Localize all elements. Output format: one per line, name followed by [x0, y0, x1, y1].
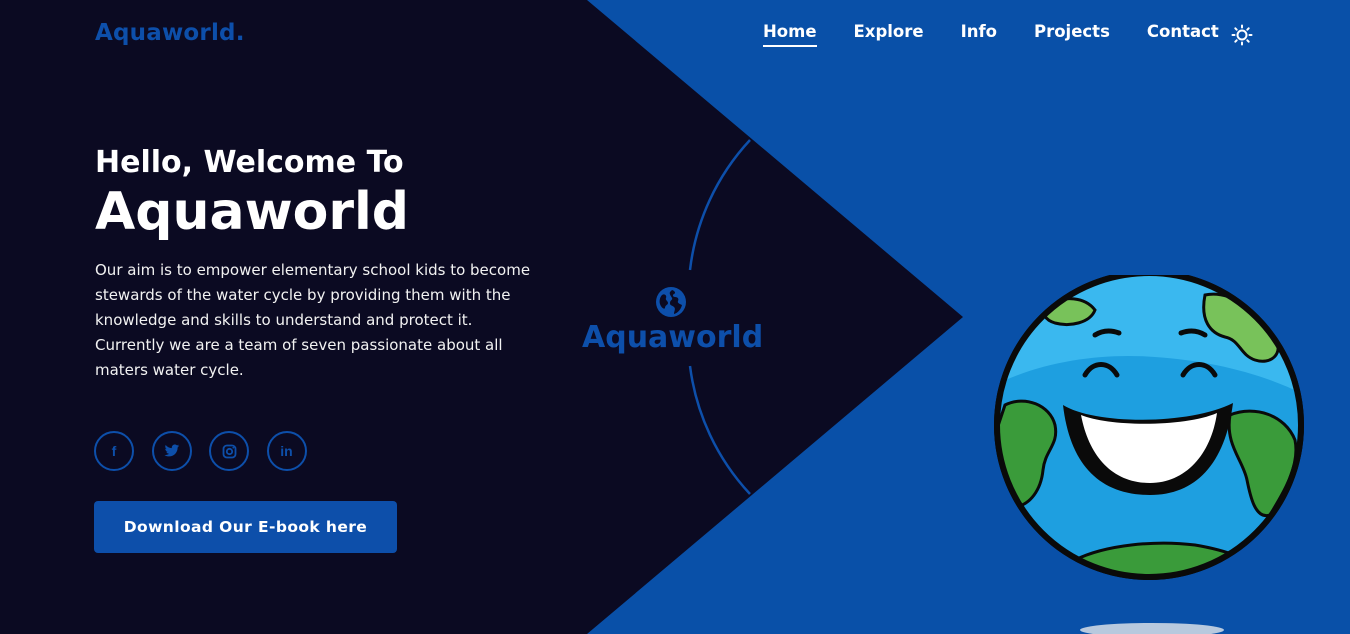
- nav-home[interactable]: Home: [763, 22, 817, 47]
- hero-subtitle: Hello, Welcome To: [95, 145, 404, 180]
- linkedin-icon[interactable]: in: [266, 431, 307, 471]
- twitter-bird-glyph: [163, 444, 179, 457]
- instagram-icon[interactable]: [209, 431, 249, 471]
- center-brand-label: Aquaworld: [582, 320, 764, 355]
- sun-icon[interactable]: [1231, 24, 1253, 46]
- social-links: f in: [94, 431, 324, 471]
- linkedin-glyph: in: [280, 443, 293, 459]
- main-nav: Home Explore Info Projects Contact: [763, 22, 1256, 52]
- hero-description-line-2: Currently we are a team of seven passion…: [95, 336, 503, 379]
- instagram-glyph: [222, 444, 236, 458]
- nav-explore[interactable]: Explore: [854, 22, 924, 47]
- facebook-icon[interactable]: f: [94, 431, 134, 471]
- nav-projects[interactable]: Projects: [1034, 22, 1110, 47]
- hero-description-line-1: Our aim is to empower elementary school …: [95, 261, 531, 329]
- center-brand: Aquaworld: [582, 286, 764, 356]
- nav-info[interactable]: Info: [961, 22, 997, 47]
- facebook-glyph: f: [111, 443, 117, 459]
- globe-icon: [656, 287, 686, 317]
- site-logo[interactable]: Aquaworld.: [95, 20, 245, 46]
- hero-description: Our aim is to empower elementary school …: [95, 258, 540, 383]
- twitter-icon[interactable]: [151, 431, 192, 471]
- hero-title: Aquaworld: [95, 182, 410, 242]
- nav-contact[interactable]: Contact: [1147, 22, 1219, 47]
- smiling-earth-illustration: [994, 275, 1304, 634]
- download-ebook-button[interactable]: Download Our E-book here: [94, 501, 397, 553]
- hero-heading: Hello, Welcome To Aquaworld: [95, 144, 409, 242]
